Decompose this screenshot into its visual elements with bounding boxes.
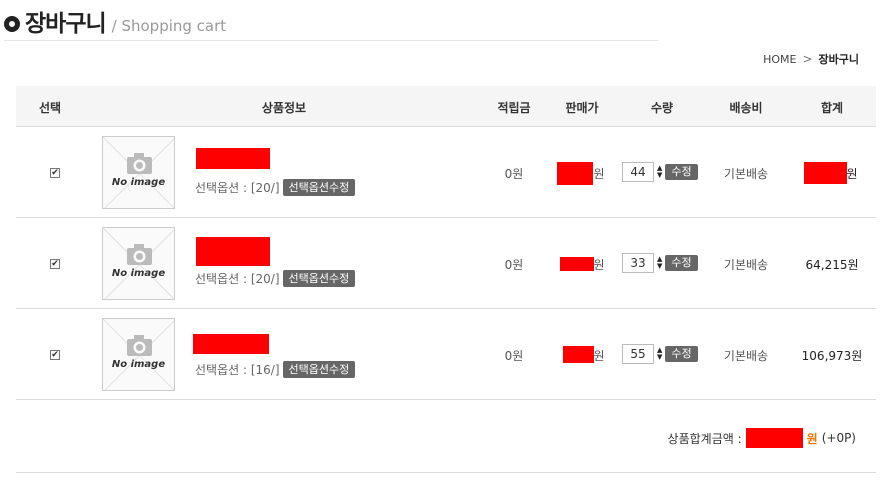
row-total: 원 — [846, 167, 858, 181]
no-image-label: No image — [111, 268, 166, 279]
summary-points: (+0P) — [821, 431, 856, 445]
quantity-input[interactable]: 33 — [622, 253, 654, 273]
column-header-total: 합계 — [820, 101, 844, 115]
page-header: 장바구니 / Shopping cart — [4, 4, 226, 38]
shipping-type: 기본배송 — [723, 167, 769, 181]
breadcrumb: HOME > 장바구니 — [763, 51, 859, 67]
shipping-type: 기본배송 — [723, 258, 769, 272]
shipping-type: 기본배송 — [723, 349, 769, 363]
row-checkbox[interactable]: ✔ — [50, 350, 60, 360]
table-row: ✔ No image 선택옵션 : [20/] 선택옵션수정 0원 원 44 ▲… — [16, 127, 876, 218]
up-down-arrow-icon[interactable]: ▲ ▼ — [657, 165, 662, 179]
column-header-product-info: 상품정보 — [261, 101, 307, 115]
points-value: 0원 — [504, 167, 524, 181]
quantity-stepper: 33 ▲ ▼ 수정 — [622, 253, 698, 273]
price-suffix: 원 — [593, 349, 605, 363]
breadcrumb-current: 장바구니 — [818, 53, 859, 66]
quantity-stepper: 55 ▲ ▼ 수정 — [622, 344, 698, 364]
product-name-redacted[interactable] — [196, 237, 270, 266]
total-redacted — [804, 162, 847, 184]
option-line: 선택옵션 : [20/] 선택옵션수정 — [195, 179, 356, 196]
header-divider — [4, 40, 658, 41]
price-suffix: 원 — [593, 167, 605, 181]
row-total: 64,215원 — [805, 258, 859, 272]
row-total: 106,973원 — [801, 349, 863, 363]
option-label: 선택옵션 : [20/] — [195, 181, 280, 195]
product-name-redacted[interactable] — [193, 334, 269, 354]
update-quantity-button[interactable]: 수정 — [665, 346, 698, 362]
summary-currency: 원 — [806, 431, 818, 446]
chevron-right-icon: > — [802, 52, 813, 66]
quantity-input[interactable]: 44 — [622, 162, 654, 182]
table-row: ✔ No image 선택옵션 : [16/] 선택옵션수정 0원 원 55 ▲… — [16, 309, 876, 400]
update-quantity-button[interactable]: 수정 — [665, 164, 698, 180]
product-thumbnail[interactable]: No image — [102, 318, 175, 391]
bottom-divider — [16, 472, 876, 473]
column-header-select: 선택 — [38, 101, 62, 115]
cart-summary: 상품합계금액 : 원 (+0P) — [668, 428, 856, 448]
summary-label: 상품합계금액 : — [667, 431, 742, 446]
product-thumbnail[interactable]: No image — [102, 136, 175, 209]
row-checkbox[interactable]: ✔ — [50, 168, 60, 178]
edit-option-button[interactable]: 선택옵션수정 — [282, 270, 356, 287]
product-name-redacted[interactable] — [196, 148, 270, 169]
column-header-quantity: 수량 — [650, 101, 674, 115]
up-down-arrow-icon[interactable]: ▲ ▼ — [657, 347, 662, 361]
no-image-label: No image — [111, 177, 166, 188]
price-redacted — [560, 257, 594, 271]
option-label: 선택옵션 : [20/] — [195, 272, 280, 286]
points-value: 0원 — [504, 258, 524, 272]
points-value: 0원 — [504, 349, 524, 363]
summary-amount-redacted — [745, 428, 803, 448]
table-header: 선택 상품정보 적립금 판매가 수량 배송비 합계 — [16, 86, 876, 127]
column-header-shipping: 배송비 — [729, 101, 763, 115]
column-header-points: 적립금 — [497, 101, 531, 115]
table-row: ✔ No image 선택옵션 : [20/] 선택옵션수정 0원 원 33 ▲… — [16, 218, 876, 309]
price-redacted — [563, 346, 594, 363]
camera-icon — [103, 228, 174, 299]
quantity-input[interactable]: 55 — [622, 344, 654, 364]
no-image-label: No image — [111, 359, 166, 370]
option-label: 선택옵션 : [16/] — [195, 363, 280, 377]
edit-option-button[interactable]: 선택옵션수정 — [282, 179, 356, 196]
price-redacted — [557, 162, 593, 185]
page-subtitle: / Shopping cart — [111, 17, 227, 35]
page-title: 장바구니 — [25, 11, 107, 37]
cart-table: 선택 상품정보 적립금 판매가 수량 배송비 합계 ✔ No image 선택옵… — [16, 86, 876, 400]
quantity-stepper: 44 ▲ ▼ 수정 — [622, 162, 698, 182]
camera-icon — [103, 137, 174, 208]
up-down-arrow-icon[interactable]: ▲ ▼ — [657, 256, 662, 270]
update-quantity-button[interactable]: 수정 — [665, 255, 698, 271]
price-suffix: 원 — [593, 258, 605, 272]
breadcrumb-home[interactable]: HOME — [763, 53, 796, 66]
option-line: 선택옵션 : [20/] 선택옵션수정 — [195, 270, 356, 287]
edit-option-button[interactable]: 선택옵션수정 — [282, 361, 356, 378]
circle-bullet-icon — [4, 16, 20, 32]
column-header-price: 판매가 — [565, 101, 599, 115]
row-checkbox[interactable]: ✔ — [50, 259, 60, 269]
product-thumbnail[interactable]: No image — [102, 227, 175, 300]
camera-icon — [103, 319, 174, 390]
option-line: 선택옵션 : [16/] 선택옵션수정 — [195, 361, 356, 378]
